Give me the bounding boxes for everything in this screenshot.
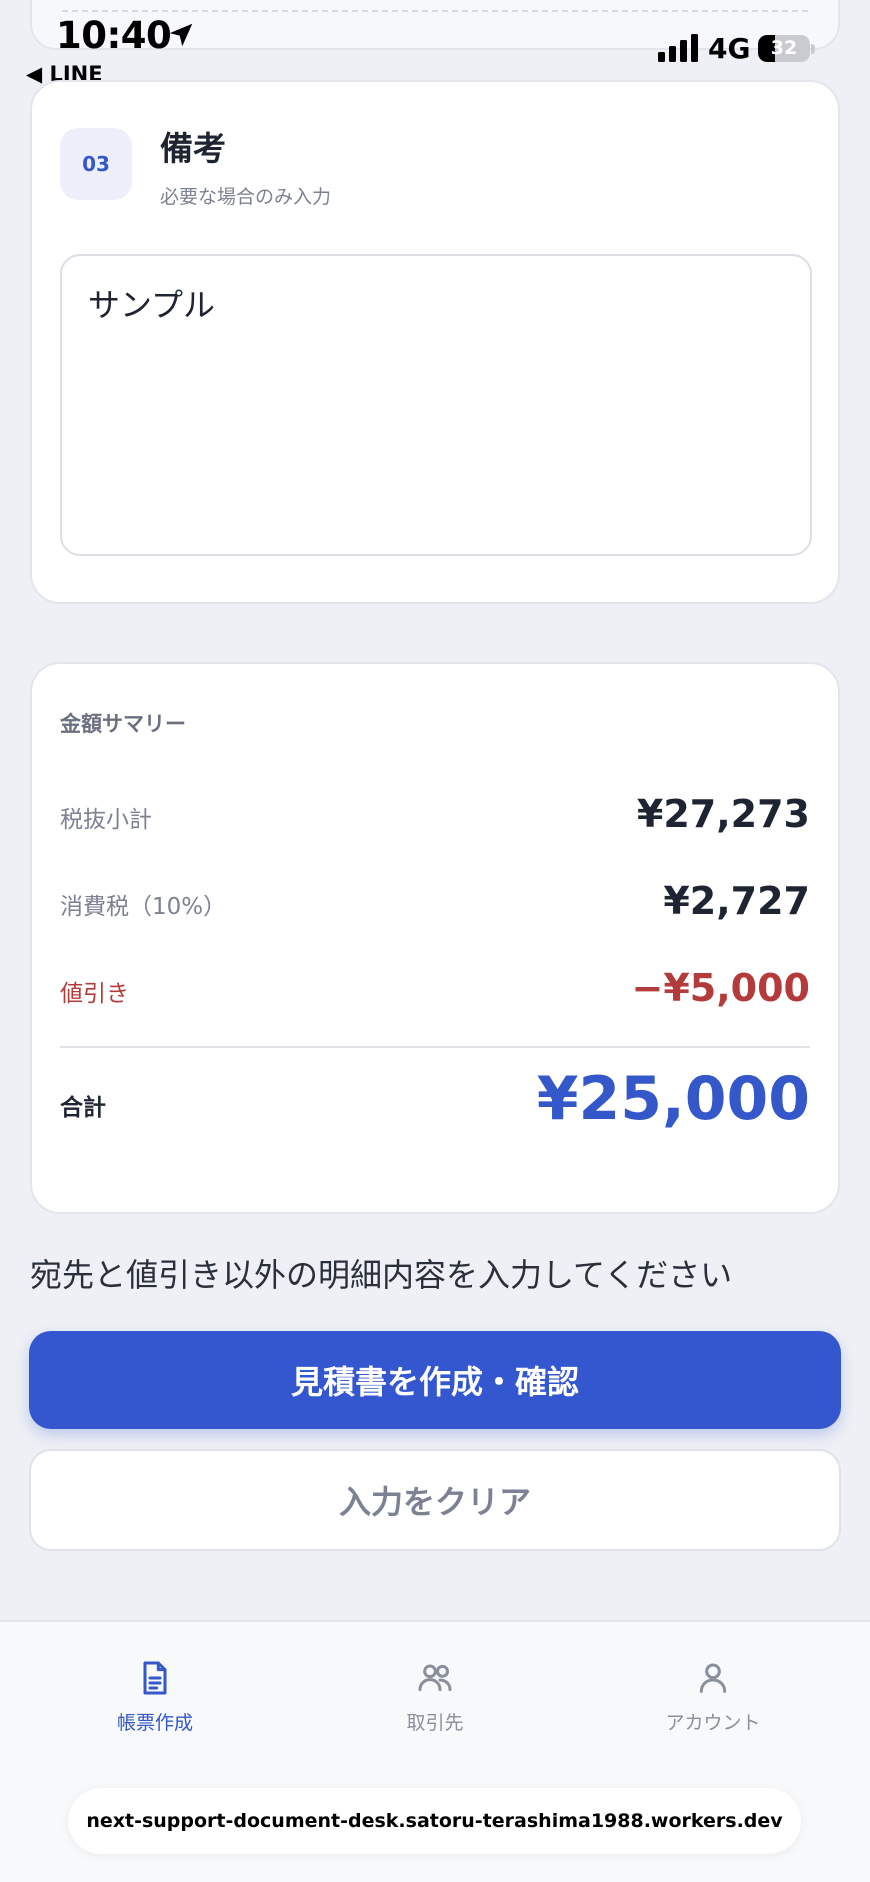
amount-summary-card: 金額サマリー 税抜小計 ¥27,273 消費税（10%） ¥2,727 値引き … — [30, 662, 840, 1214]
total-label: 合計 — [60, 1095, 106, 1121]
document-icon — [143, 1661, 167, 1695]
network-type: 4G — [708, 32, 751, 65]
total-value: ¥25,000 — [536, 1064, 810, 1134]
clear-input-button[interactable]: 入力をクリア — [29, 1449, 841, 1551]
tab-label: アカウント — [665, 1712, 761, 1734]
discount-row: 値引き −¥5,000 — [60, 966, 810, 1026]
subtotal-value: ¥27,273 — [636, 792, 810, 836]
tab-clients[interactable]: 取引先 — [335, 1658, 535, 1735]
helper-text: 宛先と値引き以外の明細内容を入力してください — [30, 1256, 733, 1294]
section-title: 備考 — [160, 129, 226, 168]
summary-divider — [60, 1046, 810, 1048]
subtotal-row: 税抜小計 ¥27,273 — [60, 792, 810, 852]
status-time: 10:40 — [56, 14, 172, 57]
step-badge: 03 — [60, 128, 132, 200]
dashed-divider — [62, 10, 808, 12]
tax-value: ¥2,727 — [663, 879, 810, 923]
person-icon — [699, 1663, 727, 1693]
section-subtitle: 必要な場合のみ入力 — [160, 186, 332, 208]
tab-label: 取引先 — [406, 1712, 464, 1734]
browser-url-bar[interactable]: next-support-document-desk.satoru-terash… — [68, 1788, 801, 1854]
tab-account[interactable]: アカウント — [613, 1658, 813, 1735]
subtotal-label: 税抜小計 — [60, 807, 152, 833]
people-icon — [418, 1664, 452, 1692]
discount-label: 値引き — [60, 981, 129, 1007]
signal-icon — [658, 34, 698, 62]
battery-icon: 32 — [758, 35, 810, 62]
tax-label: 消費税（10%） — [60, 894, 227, 920]
battery-tip — [811, 44, 815, 54]
summary-heading: 金額サマリー — [60, 712, 186, 736]
battery-level: 32 — [770, 37, 798, 59]
notes-textarea[interactable]: サンプル — [60, 254, 812, 556]
notes-card: 03 備考 必要な場合のみ入力 サンプル — [30, 80, 840, 604]
create-estimate-button[interactable]: 見積書を作成・確認 — [29, 1331, 841, 1429]
tab-document-creation[interactable]: 帳票作成 — [55, 1658, 255, 1735]
location-arrow-icon — [169, 23, 193, 47]
tab-label: 帳票作成 — [116, 1712, 193, 1734]
tax-row: 消費税（10%） ¥2,727 — [60, 879, 810, 939]
discount-value: −¥5,000 — [631, 966, 810, 1010]
